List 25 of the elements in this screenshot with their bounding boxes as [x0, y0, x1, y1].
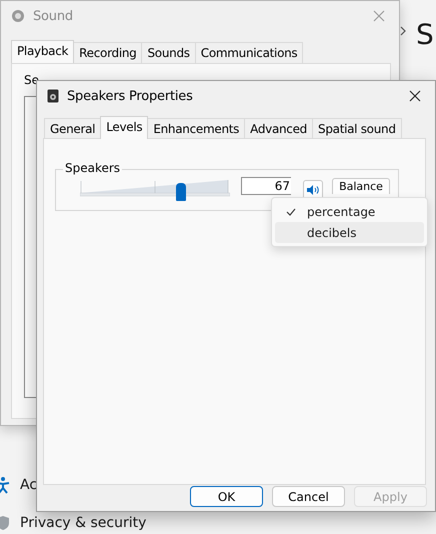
- volume-field[interactable]: 67: [241, 177, 291, 195]
- menu-item[interactable]: percentage: [275, 201, 424, 222]
- slider-thumb[interactable]: [176, 183, 186, 201]
- tab[interactable]: Spatial sound: [312, 118, 402, 139]
- nav-item[interactable]: Ac: [20, 477, 38, 493]
- dialog-button[interactable]: OK: [190, 486, 263, 507]
- tab[interactable]: Playback: [11, 40, 74, 63]
- tab[interactable]: Communications: [194, 42, 304, 63]
- menu-item-label: percentage: [307, 204, 376, 218]
- menu-item-label: decibels: [307, 226, 357, 240]
- accessibility-icon: [0, 476, 10, 494]
- window-title: Speakers Properties: [67, 88, 194, 104]
- balance-button[interactable]: Balance: [332, 178, 390, 194]
- group-label: Speakers: [63, 161, 122, 175]
- nav-item[interactable]: Privacy & security: [20, 515, 146, 531]
- shield-icon: [0, 515, 10, 531]
- page-heading: S: [416, 18, 434, 51]
- volume-slider[interactable]: [80, 179, 230, 199]
- close-icon[interactable]: [409, 90, 421, 102]
- window-title: Sound: [33, 8, 74, 24]
- chevron-icon: [400, 26, 406, 36]
- menu-item[interactable]: decibels: [275, 222, 424, 243]
- dialog-button[interactable]: Cancel: [272, 486, 345, 507]
- tab[interactable]: Levels: [100, 116, 148, 139]
- tab[interactable]: General: [44, 118, 102, 139]
